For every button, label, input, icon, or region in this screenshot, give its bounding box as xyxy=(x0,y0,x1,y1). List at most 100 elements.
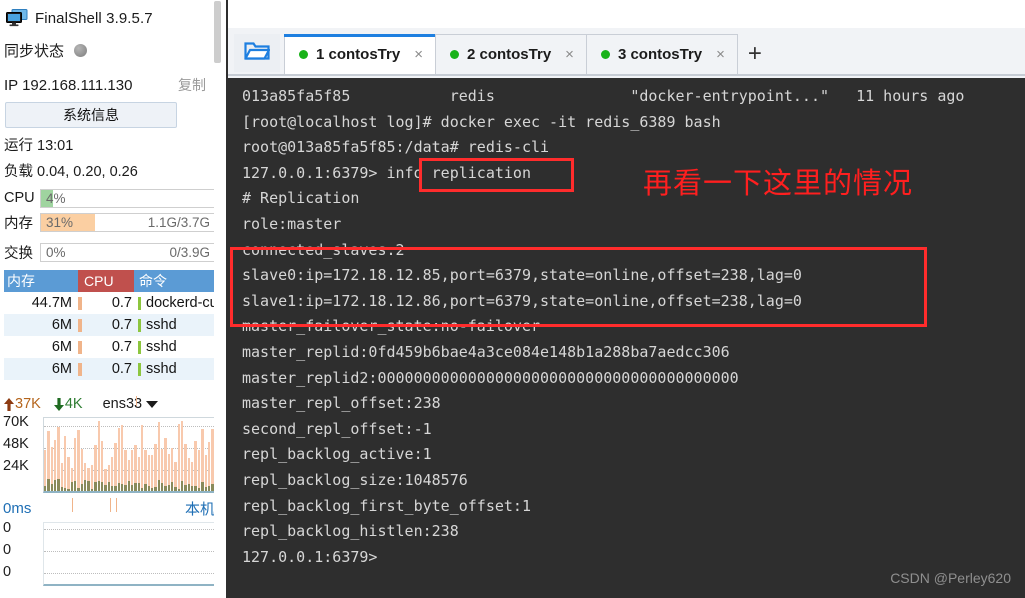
tab-1[interactable]: 1 contosTry × xyxy=(284,34,436,74)
network-bar-rx xyxy=(80,483,84,491)
network-bar-rx xyxy=(97,480,100,491)
row-cpu: 0.7 xyxy=(111,317,132,333)
sidebar-scrollbar-thumb[interactable] xyxy=(214,1,221,63)
latency-ytick-2: 0 xyxy=(3,564,12,580)
network-bar-rx xyxy=(184,484,187,491)
copy-button[interactable]: 复制 xyxy=(178,75,206,95)
cpu-meter-row: CPU 4% xyxy=(4,188,216,208)
app-title-bar: FinalShell 3.9.5.7 xyxy=(6,4,153,32)
network-chart-plot xyxy=(43,417,219,493)
tab-label: 3 contosTry xyxy=(617,46,703,63)
swap-meter: 0% 0/3.9G xyxy=(40,242,216,262)
swap-meter-label: 交换 xyxy=(4,245,33,262)
open-folder-button[interactable] xyxy=(234,34,280,72)
network-ytick-0: 70K xyxy=(3,414,29,430)
network-bar-rx xyxy=(134,483,137,491)
terminal-line: master_replid:0fd459b6bae4a3ce084e148b1a… xyxy=(242,343,730,361)
sidebar-scrollbar-track[interactable] xyxy=(214,0,222,598)
terminal-line: slave1:ip=172.18.12.86,port=6379,state=o… xyxy=(242,291,802,310)
network-download-value: 4K xyxy=(64,396,83,412)
network-ytick-1: 48K xyxy=(3,436,29,452)
network-bar-rx xyxy=(50,483,54,491)
terminal-line: [root@localhost log]# docker exec -it re… xyxy=(242,112,721,131)
sidebar: FinalShell 3.9.5.7 同步状态 IP 192.168.111.1… xyxy=(0,0,222,598)
row-command: dockerd-cur... xyxy=(146,295,218,311)
network-download: 4K xyxy=(53,396,83,412)
row-cpu: 0.7 xyxy=(111,339,132,355)
table-row[interactable]: 6M 0.7 sshd xyxy=(4,336,218,358)
system-info-button[interactable]: 系统信息 xyxy=(5,102,177,128)
tab-2[interactable]: 2 contosTry × xyxy=(434,34,587,74)
network-bar-rx xyxy=(77,488,80,491)
network-bar-rx xyxy=(207,486,211,491)
network-bar-rx xyxy=(54,479,57,491)
latency-ytick-0: 0 xyxy=(3,520,12,536)
network-bar-rx xyxy=(120,484,124,491)
watermark: CSDN @Perley620 xyxy=(890,570,1011,587)
network-bar-rx xyxy=(147,485,150,491)
table-row[interactable]: 44.7M 0.7 dockerd-cur... xyxy=(4,292,218,314)
column-header-command[interactable]: 命令 xyxy=(134,270,218,292)
tab-close-icon[interactable]: × xyxy=(565,46,574,63)
terminal-line: master_repl_offset:238 xyxy=(242,394,441,413)
tab-3[interactable]: 3 contosTry × xyxy=(585,34,738,74)
network-chart-yaxis: 70K 48K 24K xyxy=(3,414,43,500)
cpu-meter: 4% xyxy=(40,188,216,208)
network-bar-rx xyxy=(107,482,110,491)
column-header-cpu[interactable]: CPU xyxy=(78,270,134,292)
latency-chart: 0 0 0 xyxy=(3,520,219,592)
network-interface-select[interactable]: ens33 xyxy=(103,396,159,412)
tab-close-icon[interactable]: × xyxy=(716,46,725,63)
tab-close-icon[interactable]: × xyxy=(414,46,423,63)
network-bar-rx xyxy=(47,479,50,491)
tick-mark xyxy=(136,396,137,406)
network-bar-rx xyxy=(127,480,130,491)
column-header-memory[interactable]: 内存 xyxy=(4,270,68,292)
terminal-line: second_repl_offset:-1 xyxy=(242,419,432,438)
network-header: 37K 4K ens33 xyxy=(3,396,219,412)
network-bar-rx xyxy=(60,486,64,491)
network-bar-rx xyxy=(167,484,171,491)
tick-mark xyxy=(72,498,73,512)
terminal-line: slave0:ip=172.18.12.85,port=6379,state=o… xyxy=(242,266,802,285)
cpu-meter-percent: 4% xyxy=(46,190,66,206)
network-bar-rx xyxy=(104,485,107,491)
terminal-line: repl_backlog_active:1 xyxy=(242,445,432,464)
latency-host-label[interactable]: 本机 xyxy=(185,498,215,519)
terminal-line: master_failover_state:no-failover xyxy=(242,317,541,336)
row-memory: 6M xyxy=(51,361,72,377)
network-bar-rx xyxy=(84,480,87,491)
row-cpu: 0.7 xyxy=(111,295,132,311)
new-tab-button[interactable]: + xyxy=(736,34,773,74)
main-panel: 1 contosTry × 2 contosTry × 3 contosTry … xyxy=(228,0,1025,598)
terminal-line: connected_slaves:2 xyxy=(242,240,405,259)
terminal-line: root@013a85fa5f85:/data# redis-cli xyxy=(242,138,550,157)
latency-chart-plot xyxy=(43,522,219,586)
terminal-output[interactable]: 127.0.0.1:6379> repl_backlog_histlen:238 r… xyxy=(228,78,1025,598)
table-row[interactable]: 6M 0.7 sshd xyxy=(4,358,218,380)
network-bar-rx xyxy=(100,481,104,491)
network-bar-rx xyxy=(137,483,140,491)
row-memory: 44.7M xyxy=(31,295,72,311)
memory-meter: 31% 1.1G/3.7G xyxy=(40,212,216,232)
memory-meter-percent: 31% xyxy=(46,214,74,230)
network-bar-rx xyxy=(110,485,114,491)
memory-meter-row: 内存 31% 1.1G/3.7G xyxy=(4,212,216,232)
table-row[interactable]: 6M 0.7 sshd xyxy=(4,314,218,336)
network-bar-rx xyxy=(87,480,90,491)
network-bar-rx xyxy=(164,486,167,491)
network-bar-rx xyxy=(124,484,127,491)
finalshell-window: FinalShell 3.9.5.7 同步状态 IP 192.168.111.1… xyxy=(0,0,1025,598)
network-bar-rx xyxy=(67,488,70,491)
network-bar-rx xyxy=(194,486,197,491)
network-bar-rx xyxy=(201,482,204,491)
sync-status-row: 同步状态 xyxy=(4,40,88,61)
swap-meter-row: 交换 0% 0/3.9G xyxy=(4,242,216,262)
network-bar-rx xyxy=(204,487,207,491)
network-bar-rx xyxy=(177,488,181,491)
network-bar-rx xyxy=(90,488,94,491)
swap-meter-detail: 0/3.9G xyxy=(169,244,210,260)
network-bar-rx xyxy=(171,482,174,491)
terminal-line: 127.0.0.1:6379> xyxy=(242,547,378,566)
terminal-line: repl_backlog_first_byte_offset:1 xyxy=(242,496,531,515)
